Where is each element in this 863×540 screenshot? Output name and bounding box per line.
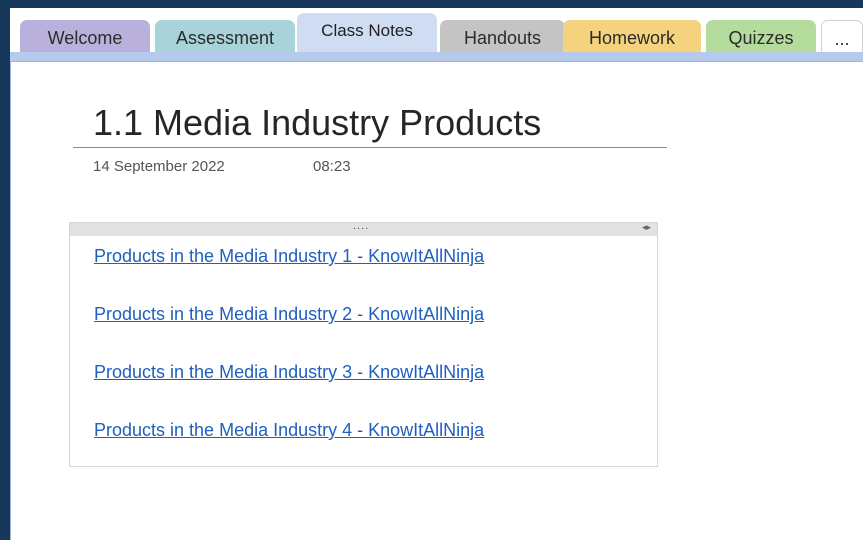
link-media-industry-4[interactable]: Products in the Media Industry 4 - KnowI… bbox=[94, 420, 484, 441]
tab-welcome[interactable]: Welcome bbox=[20, 20, 150, 54]
page-date: 14 September 2022 bbox=[93, 158, 225, 175]
tab-label: Quizzes bbox=[728, 28, 794, 48]
page-canvas[interactable]: 1.1 Media Industry Products 14 September… bbox=[10, 62, 863, 540]
note-container[interactable]: .... ◂▸ Products in the Media Industry 1… bbox=[69, 220, 658, 467]
title-divider bbox=[73, 147, 667, 148]
tab-label: Handouts bbox=[463, 28, 542, 48]
tab-label: Class Notes bbox=[321, 21, 413, 40]
tab-more[interactable]: ... bbox=[821, 20, 863, 54]
tab-assessment[interactable]: Assessment bbox=[155, 20, 295, 54]
link-media-industry-1[interactable]: Products in the Media Industry 1 - KnowI… bbox=[94, 246, 484, 267]
page-time: 08:23 bbox=[313, 158, 351, 175]
active-section-bar bbox=[10, 52, 863, 62]
tab-homework[interactable]: Homework bbox=[563, 20, 701, 54]
container-drag-handle[interactable]: .... ◂▸ bbox=[70, 220, 657, 236]
section-tab-bar: Welcome Assessment Handouts Homework Qui… bbox=[10, 8, 863, 54]
tab-handouts[interactable]: Handouts bbox=[440, 20, 565, 54]
onenote-window: Welcome Assessment Handouts Homework Qui… bbox=[10, 8, 863, 540]
page-title[interactable]: 1.1 Media Industry Products bbox=[93, 102, 541, 144]
link-media-industry-2[interactable]: Products in the Media Industry 2 - KnowI… bbox=[94, 304, 484, 325]
tab-label: Homework bbox=[588, 28, 676, 48]
chevron-left-right-icon[interactable]: ◂▸ bbox=[642, 222, 651, 233]
link-media-industry-3[interactable]: Products in the Media Industry 3 - KnowI… bbox=[94, 362, 484, 383]
tab-quizzes[interactable]: Quizzes bbox=[706, 20, 816, 54]
more-icon: ... bbox=[834, 29, 850, 49]
tab-label: Assessment bbox=[175, 28, 275, 48]
tab-class-notes[interactable]: Class Notes bbox=[297, 13, 437, 54]
drag-dots-icon: .... bbox=[353, 220, 370, 232]
tab-label: Welcome bbox=[47, 28, 123, 48]
